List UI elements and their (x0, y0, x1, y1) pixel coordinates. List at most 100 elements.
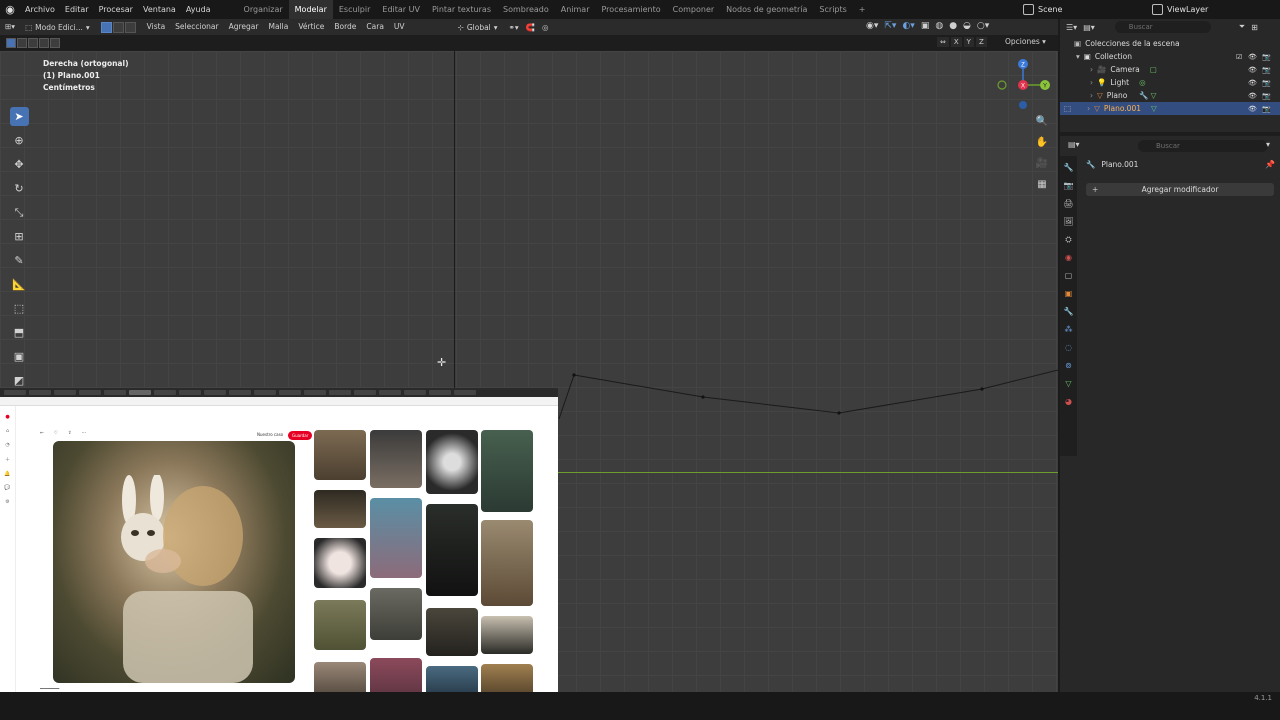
mesh-vertex[interactable] (701, 395, 705, 399)
properties-editor-icon[interactable]: ▤▾ (1068, 140, 1080, 149)
share-icon[interactable]: ⇪ (68, 431, 72, 436)
options-dropdown[interactable]: Opciones ▾ (1005, 37, 1046, 46)
material-shading-icon[interactable]: ◒ (963, 21, 971, 31)
pin-thumbnail[interactable] (426, 430, 478, 494)
menu-cara[interactable]: Cara (361, 19, 389, 35)
tab-nodos-geometria[interactable]: Nodos de geometría (720, 0, 813, 19)
tab-modelar[interactable]: Modelar (288, 0, 333, 19)
chevron-right-icon[interactable]: › (1090, 65, 1093, 74)
camera-view-icon[interactable]: 🎥 (1034, 155, 1050, 171)
add-workspace-button[interactable]: + (853, 0, 872, 19)
xray-icon[interactable]: ▣ (921, 21, 930, 31)
gizmo-neg-y-axis[interactable] (997, 80, 1007, 90)
create-icon[interactable]: ＋ (5, 456, 10, 463)
back-arrow-icon[interactable]: ← (40, 431, 44, 436)
navigation-gizmo[interactable]: Z Y X (992, 57, 1054, 117)
add-modifier-button[interactable]: + Agregar modificador (1086, 183, 1274, 196)
overlay-toggle-icon[interactable]: ◐▾ (902, 21, 914, 31)
edge-select-button[interactable] (112, 21, 124, 33)
scene-tab-icon[interactable]: ⛭ (1063, 234, 1074, 245)
pin-thumbnail[interactable] (426, 608, 478, 656)
camera-render-icon[interactable]: 📷 (1262, 105, 1271, 113)
collection-row[interactable]: ▾ ▣ Collection ☑ 👁 📷 (1060, 50, 1280, 63)
mesh-vertex[interactable] (980, 387, 984, 391)
chevron-right-icon[interactable]: › (1090, 91, 1093, 100)
home-icon[interactable]: ⌂ (6, 428, 9, 434)
browser-tab[interactable] (404, 390, 426, 395)
select-intersect-button[interactable] (50, 38, 60, 48)
select-new-button[interactable] (6, 38, 16, 48)
messages-icon[interactable]: 💬 (4, 485, 10, 491)
pin-thumbnail[interactable] (481, 520, 533, 606)
browser-tab[interactable] (254, 390, 276, 395)
wireframe-shading-icon[interactable]: ◍ (935, 21, 943, 31)
browser-window-overlay[interactable]: ● ⌂ ◔ ＋ 🔔 💬 ⚙ ← ♡ ⇪ ⋯ Nuestro caso Guard… (0, 388, 558, 701)
eye-icon[interactable]: 👁 (1248, 105, 1257, 113)
menu-procesar[interactable]: Procesar (94, 0, 138, 19)
output-tab-icon[interactable]: 🖨 (1063, 198, 1074, 209)
select-extend-button[interactable] (17, 38, 27, 48)
vertex-select-button[interactable] (100, 21, 112, 33)
browser-tab[interactable] (154, 390, 176, 395)
mesh-edges[interactable] (556, 367, 1058, 477)
browser-tab[interactable] (229, 390, 251, 395)
tool-tab-icon[interactable]: 🔧 (1063, 162, 1074, 173)
menu-agregar[interactable]: Agregar (224, 19, 264, 35)
select-subtract-button[interactable] (28, 38, 38, 48)
browser-tab[interactable] (279, 390, 301, 395)
pan-hand-icon[interactable]: ✋ (1034, 134, 1050, 150)
scale-tool-icon[interactable]: ⤡ (10, 203, 29, 222)
camera-render-icon[interactable]: 📷 (1262, 66, 1271, 74)
pin-thumbnail[interactable] (370, 498, 422, 578)
browser-tab[interactable] (429, 390, 451, 395)
menu-archivo[interactable]: Archivo (20, 0, 60, 19)
extrude-tool-icon[interactable]: ⬒ (10, 323, 29, 342)
outliner-search-input[interactable]: Buscar (1114, 21, 1211, 33)
proportional-edit-icon[interactable]: ◎ (542, 23, 549, 32)
light-data-icon[interactable]: ◎ (1139, 78, 1146, 87)
menu-vertice[interactable]: Vértice (293, 19, 329, 35)
tab-scripts[interactable]: Scripts (813, 0, 852, 19)
browser-tab[interactable] (454, 390, 476, 395)
material-tab-icon[interactable]: ◕ (1063, 396, 1074, 407)
mode-selector[interactable]: ⬚ Modo Edici... ▾ (20, 23, 95, 32)
gizmo-toggle-icon[interactable]: ⇱▾ (884, 21, 896, 31)
blender-logo-icon[interactable]: ◉ (0, 0, 20, 19)
tab-procesamiento[interactable]: Procesamiento (596, 0, 667, 19)
chevron-right-icon[interactable]: › (1090, 78, 1093, 87)
browser-tab-active[interactable] (129, 390, 151, 395)
mesh-data-icon[interactable]: ▽ (1151, 104, 1157, 113)
annotate-tool-icon[interactable]: ✎ (10, 251, 29, 270)
mirror-toggle-icon[interactable]: ⇔ (937, 37, 949, 47)
tab-organizar[interactable]: Organizar (238, 0, 289, 19)
object-tab-icon[interactable]: ▣ (1063, 288, 1074, 299)
particles-tab-icon[interactable]: ⁂ (1063, 324, 1074, 335)
browser-tab[interactable] (79, 390, 101, 395)
outliner-row-light[interactable]: › 💡 Light ◎ 👁 📷 (1060, 76, 1280, 89)
tab-animar[interactable]: Animar (555, 0, 596, 19)
editor-type-icon[interactable]: ⊞▾ (0, 19, 20, 35)
outliner-row-camera[interactable]: › 🎥 Camera ▢ 👁 📷 (1060, 63, 1280, 76)
world-tab-icon[interactable]: ◉ (1063, 252, 1074, 263)
settings-icon[interactable]: ⚙ (5, 499, 9, 505)
camera-render-icon[interactable]: 📷 (1262, 53, 1271, 61)
menu-ayuda[interactable]: Ayuda (181, 0, 216, 19)
pin-thumbnail[interactable] (481, 616, 533, 654)
pin-thumbnail[interactable] (370, 430, 422, 488)
outliner-row-plano-001[interactable]: ⬚ › ▽ Plano.001 ▽ 👁 📷 (1060, 102, 1280, 115)
move-tool-icon[interactable]: ✥ (10, 155, 29, 174)
menu-vista[interactable]: Vista (142, 19, 171, 35)
notifications-icon[interactable]: 🔔 (4, 471, 10, 477)
eye-icon[interactable]: 👁 (1248, 53, 1257, 61)
camera-data-icon[interactable]: ▢ (1150, 65, 1157, 74)
chevron-down-icon[interactable]: ▾ (1076, 52, 1080, 61)
explore-icon[interactable]: ◔ (5, 442, 9, 448)
pin-thumbnail[interactable] (314, 538, 366, 588)
menu-seleccionar[interactable]: Seleccionar (170, 19, 223, 35)
browser-tab[interactable] (379, 390, 401, 395)
physics-tab-icon[interactable]: ◌ (1063, 342, 1074, 353)
browser-tab[interactable] (4, 390, 26, 395)
outliner-row-plano[interactable]: › ▽ Plano 🔧 ▽ 👁 📷 (1060, 89, 1280, 102)
more-icon[interactable]: ⋯ (82, 431, 87, 436)
constraints-tab-icon[interactable]: ⊚ (1063, 360, 1074, 371)
